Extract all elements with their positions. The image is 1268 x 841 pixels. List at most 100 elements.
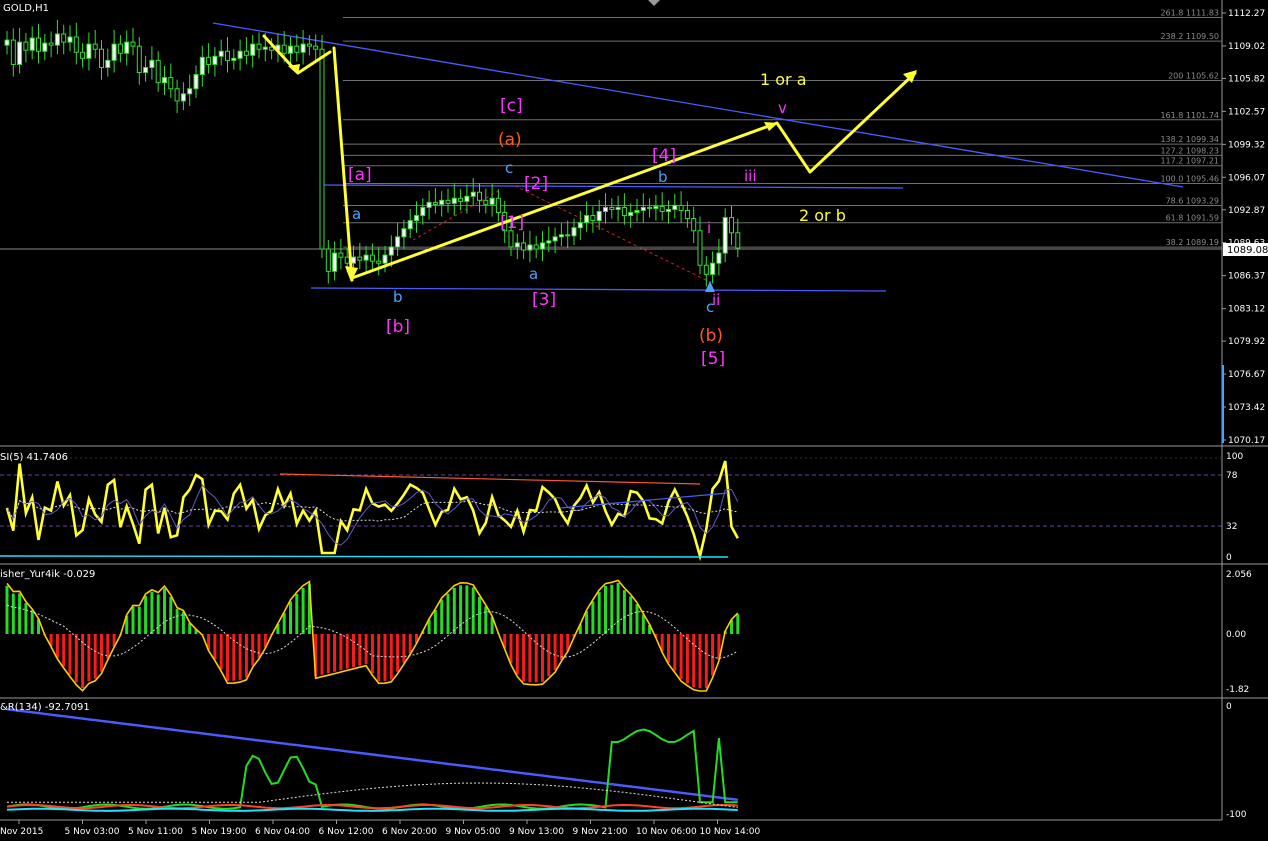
fib-label: 100.0 1095.46 (1160, 174, 1219, 183)
candle-body (697, 230, 703, 266)
fisher-bar (679, 634, 683, 679)
fisher-bar (320, 634, 324, 675)
candle-body (313, 45, 319, 50)
wpr-mid-line (6, 803, 738, 810)
price-tick-label: 1109.02 (1228, 42, 1265, 52)
price-tick-label: 1099.32 (1228, 140, 1265, 150)
rsi-tick-32: 32 (1226, 522, 1237, 532)
candle-body (193, 74, 199, 90)
fisher-bar (93, 634, 97, 679)
rsi-tick-78: 78 (1226, 471, 1238, 481)
candle-body (672, 204, 678, 210)
fisher-bar (163, 588, 166, 634)
wpr-title: &R(134) -92.7091 (0, 702, 90, 713)
candle-body (603, 206, 608, 212)
candle-body (256, 43, 262, 50)
price-axis: 1112.27 1109.02 1105.82 1102.57 1099.32 1096.… (1222, 9, 1265, 446)
time-tick-label: 9 Nov 13:00 (509, 827, 564, 837)
fisher-bar (629, 596, 633, 634)
candle-body (10, 39, 16, 65)
wave-label-v: v (778, 99, 787, 117)
current-price-label: 1089.08 (1227, 245, 1268, 256)
candle-body (659, 205, 665, 212)
fisher-bar (150, 591, 154, 634)
fib-label: 78.6 1093.29 (1166, 197, 1219, 206)
candle-body (609, 206, 615, 210)
fisher-bar (509, 634, 513, 664)
fisher-bar (11, 593, 15, 634)
fisher-bar (377, 634, 381, 681)
fib-label: 238.2 1109.50 (1160, 32, 1219, 41)
fisher-bar (213, 634, 217, 660)
candle-body (621, 206, 627, 217)
time-tick-label: 9 Nov 21:00 (573, 827, 628, 837)
candle-body (395, 236, 401, 248)
fisher-bar (667, 634, 670, 663)
time-tick-label: 10 Nov 06:00 (636, 827, 697, 837)
fisher-bar (87, 634, 91, 682)
candle-body (533, 244, 539, 250)
fisher-bar (515, 634, 519, 675)
wave-label-bracket-b: [b] (386, 317, 410, 337)
price-tick-label: 1086.37 (1228, 272, 1265, 282)
candle-body (678, 204, 684, 211)
price-tick-label: 1073.42 (1228, 403, 1265, 413)
wave-label-bracket-3: [3] (532, 290, 556, 310)
fib-label: 261.8 1111.83 (1160, 8, 1219, 17)
wave-label-b-1: b (393, 288, 403, 306)
fisher-bar (446, 593, 450, 634)
fisher-bar (345, 634, 349, 669)
candle-body (243, 50, 249, 56)
candle-body (99, 48, 104, 68)
fisher-panel: isher_Yur4ik -0.029 2.056 0.00 -1.82 (0, 569, 1252, 695)
candle-body (647, 206, 653, 209)
fisher-bar (74, 634, 78, 683)
price-tick-label: 1105.82 (1228, 74, 1265, 84)
fisher-bar (282, 612, 286, 634)
price-axis-scroll-marker[interactable] (1222, 365, 1224, 443)
fisher-bar (597, 592, 601, 634)
candle-body (546, 240, 552, 244)
candle-body (514, 242, 520, 248)
fisher-bar (364, 634, 368, 665)
candle-body (111, 43, 117, 61)
wave-label-bracket-c: [c] (500, 96, 523, 116)
candle-body (571, 227, 577, 237)
wave-label-paren-b: (b) (699, 326, 723, 346)
candle-body (199, 56, 205, 76)
candle-body (357, 256, 363, 261)
candle-body (565, 234, 571, 237)
fisher-bar (478, 596, 481, 634)
candle-body (162, 77, 167, 84)
wave-label-a-1: a (352, 205, 361, 223)
candle-body (187, 88, 193, 95)
fisher-bar (396, 634, 400, 672)
candle-body (124, 41, 130, 54)
candle-body (338, 252, 344, 258)
candle-body (407, 220, 413, 230)
candle-body (86, 43, 92, 59)
candle-body (451, 197, 457, 204)
fisher-bar (440, 599, 444, 634)
rsi-tick-0: 0 (1226, 553, 1232, 563)
fib-label: 38.2 1089.19 (1166, 238, 1219, 247)
candle-body (634, 209, 640, 214)
candle-body (477, 191, 482, 201)
candle-body (130, 41, 136, 47)
fisher-bar (352, 634, 355, 668)
fisher-bar (18, 593, 22, 634)
candle-body (325, 248, 331, 272)
fisher-bar (62, 634, 66, 667)
fisher-bar (522, 634, 526, 682)
candle-body (558, 234, 564, 238)
fisher-bar (30, 610, 34, 634)
time-tick-label: 5 Nov 03:00 (65, 827, 120, 837)
candle-body (552, 236, 558, 242)
wave-label-bracket-2: [2] (524, 174, 548, 194)
fisher-bar (541, 634, 544, 682)
fisher-title: isher_Yur4ik -0.029 (0, 569, 95, 580)
fisher-bar (226, 634, 229, 681)
fisher-bar (358, 634, 362, 666)
trading-chart[interactable]: 261.8 1111.83 238.2 1109.50 200 1105.62 161… (0, 0, 1268, 841)
candle-body (262, 46, 268, 50)
